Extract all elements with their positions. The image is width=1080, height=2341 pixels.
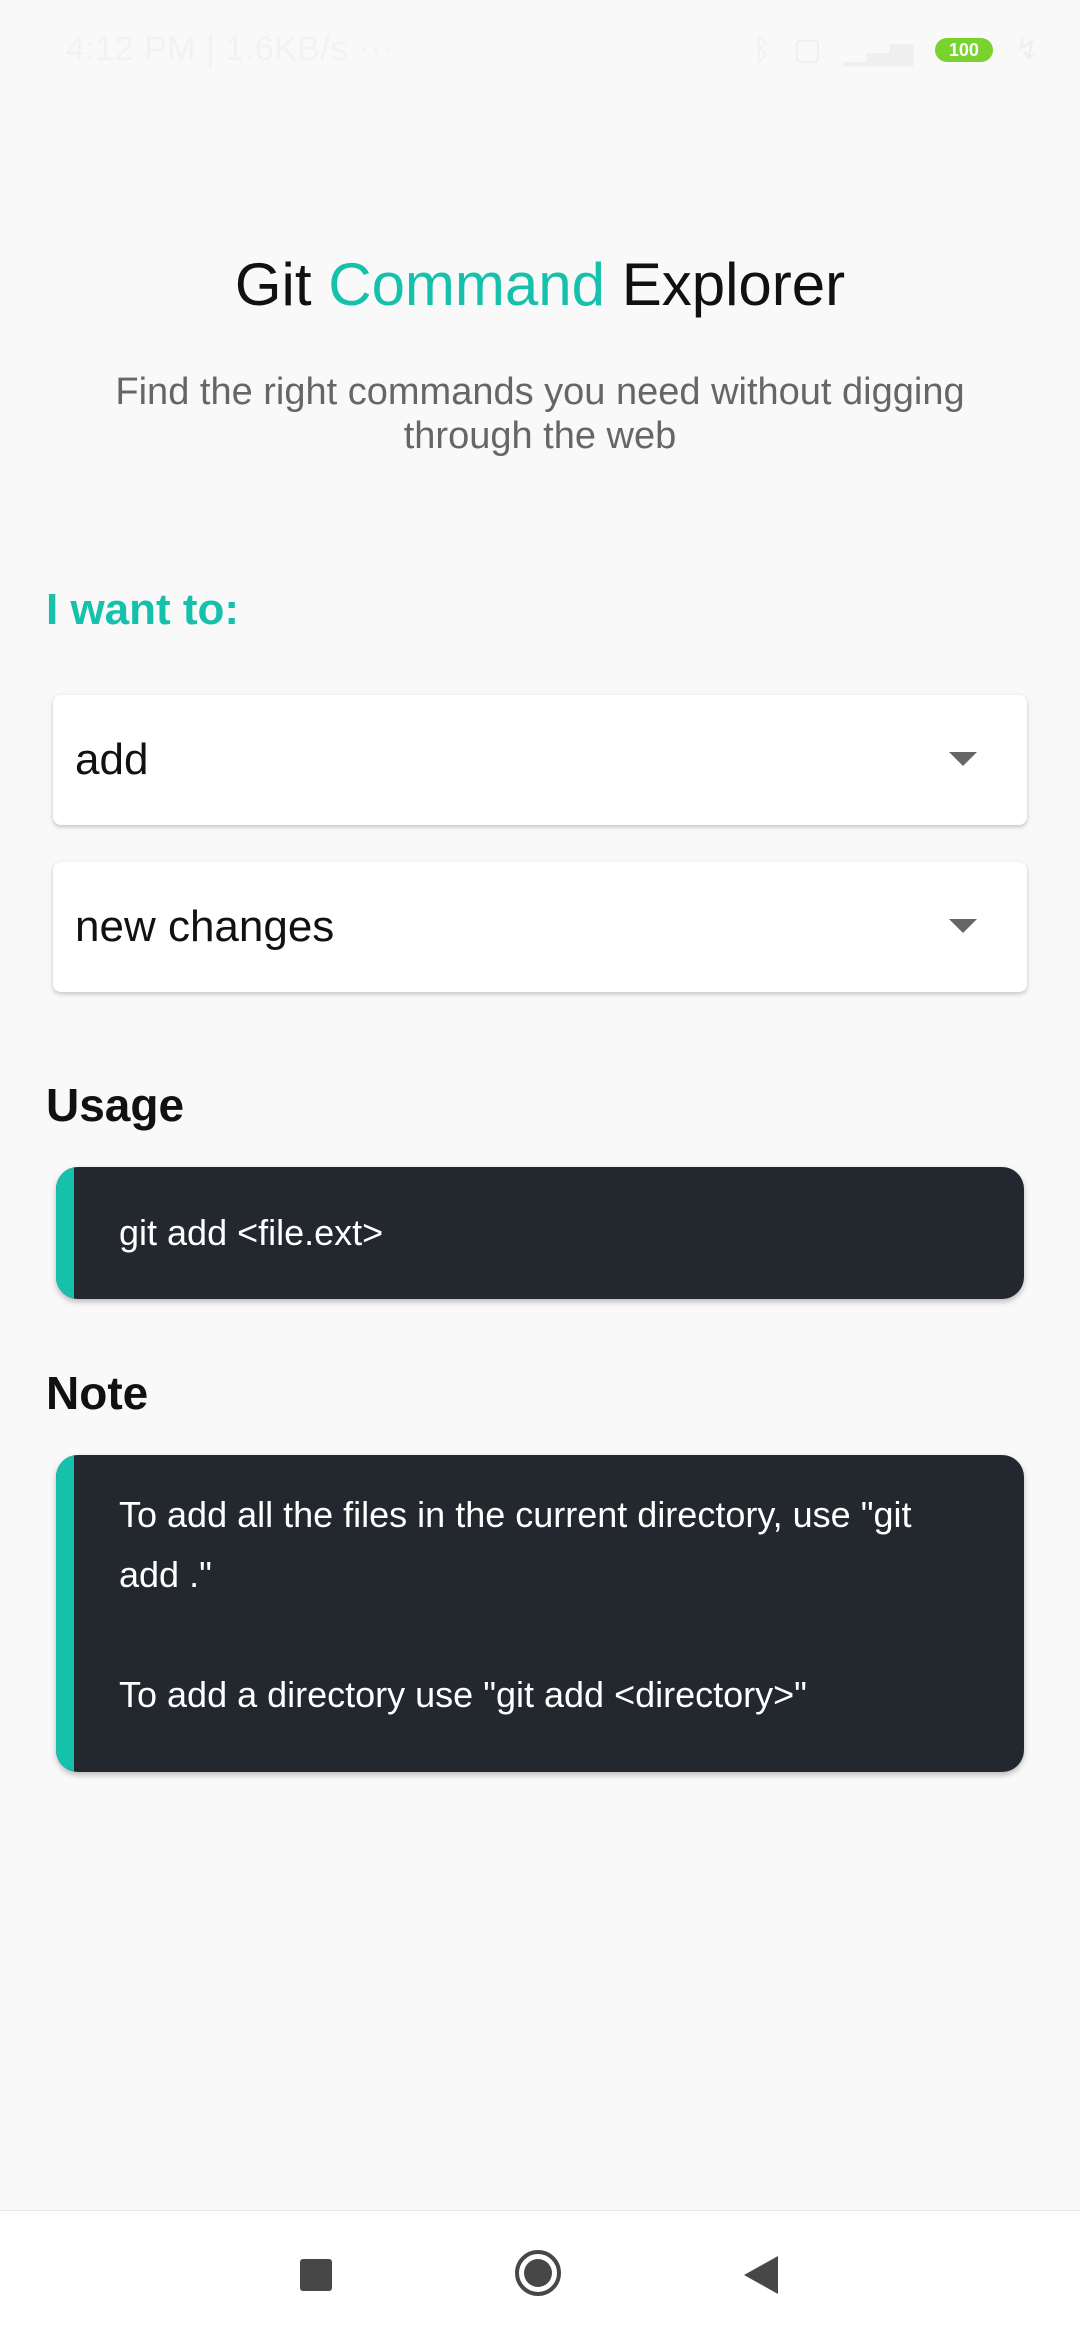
bluetooth-icon: ᛒ bbox=[753, 33, 772, 66]
card-accent-bar bbox=[56, 1167, 74, 1299]
charging-icon: ↯ bbox=[1014, 33, 1040, 66]
action-select[interactable]: add bbox=[53, 695, 1027, 825]
battery-icon: 100 bbox=[934, 38, 993, 62]
title-git: Git bbox=[234, 251, 312, 318]
alarm-icon: ▢ bbox=[793, 33, 822, 66]
note-text: To add all the files in the current dire… bbox=[56, 1455, 1024, 1725]
status-time: 4:12 PM | 1.6KB/s bbox=[66, 30, 348, 68]
note-card: To add all the files in the current dire… bbox=[56, 1455, 1024, 1772]
navigation-bar bbox=[0, 2210, 1080, 2341]
card-accent-bar bbox=[56, 1455, 74, 1772]
chevron-down-icon bbox=[949, 752, 977, 766]
usage-title: Usage bbox=[46, 1079, 185, 1131]
recents-icon[interactable] bbox=[300, 2259, 332, 2291]
note-line-2: To add a directory use "git add <directo… bbox=[119, 1674, 807, 1715]
page-subtitle: Find the right commands you need without… bbox=[115, 371, 965, 457]
status-more: ··· bbox=[357, 30, 394, 68]
back-icon[interactable] bbox=[744, 2256, 778, 2294]
status-icons: ᛒ ▢ ▁▃▅ 100 ↯ bbox=[753, 32, 1040, 68]
title-explorer: Explorer bbox=[621, 251, 846, 318]
signal-icon: ▁▃▅ bbox=[843, 33, 913, 66]
usage-card: git add <file.ext> bbox=[56, 1167, 1024, 1299]
action-select-value: add bbox=[75, 735, 149, 784]
home-icon[interactable] bbox=[515, 2250, 561, 2296]
page-title: Git Command Explorer bbox=[0, 250, 1080, 319]
title-command: Command bbox=[328, 251, 606, 318]
status-bar: 4:12 PM | 1.6KB/s ··· ᛒ ▢ ▁▃▅ 100 ↯ bbox=[0, 0, 1080, 100]
target-select-value: new changes bbox=[75, 902, 335, 951]
usage-command: git add <file.ext> bbox=[119, 1212, 384, 1253]
status-time-network: 4:12 PM | 1.6KB/s ··· bbox=[66, 30, 393, 69]
note-line-1: To add all the files in the current dire… bbox=[119, 1494, 912, 1595]
chevron-down-icon bbox=[949, 919, 977, 933]
target-select[interactable]: new changes bbox=[53, 862, 1027, 992]
i-want-to-label: I want to: bbox=[46, 585, 240, 634]
note-title: Note bbox=[46, 1367, 149, 1419]
